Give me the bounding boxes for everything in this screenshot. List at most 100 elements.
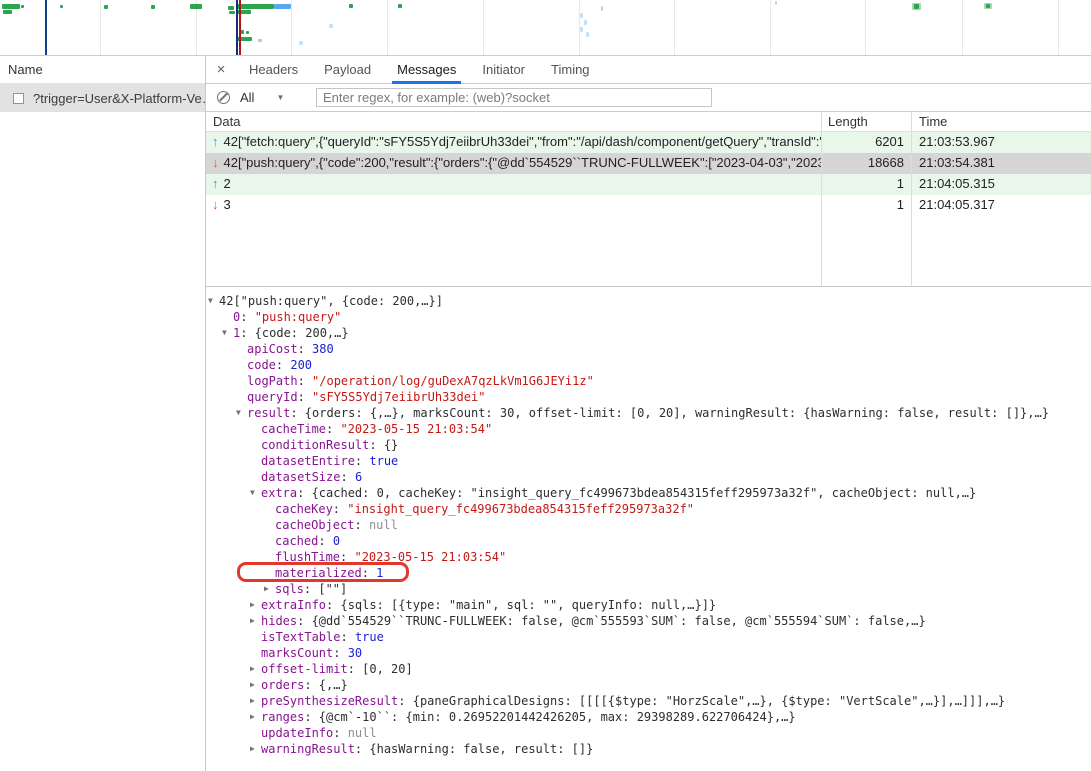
tree-line: isTextTable: true — [206, 629, 1091, 645]
collapsed-caret-icon[interactable]: ▶ — [250, 677, 261, 693]
json-value: 200 — [290, 358, 312, 372]
message-time-cell: 21:04:05.315 — [911, 174, 1091, 195]
request-row-selected[interactable]: ?trigger=User&X-Platform-Ve… — [0, 84, 205, 112]
overview-activity-bar — [190, 4, 202, 9]
json-value: : — [362, 566, 376, 580]
message-row[interactable]: ↓3121:04:05.317 — [206, 195, 1091, 216]
tree-line[interactable]: ▶extraInfo: {sqls: [{type: "main", sql: … — [206, 597, 1091, 613]
expanded-caret-icon[interactable]: ▼ — [222, 325, 233, 341]
overview-activity-bar — [986, 4, 990, 8]
overview-activity-bar — [237, 4, 274, 9]
data-column-header[interactable]: Data — [206, 112, 821, 131]
json-value: : {} — [369, 438, 398, 452]
arrow-up-icon: ↑ — [212, 134, 219, 149]
tree-line: conditionResult: {} — [206, 437, 1091, 453]
expanded-caret-icon[interactable]: ▼ — [236, 405, 247, 421]
tree-line[interactable]: ▶hides: {@dd`554529``TRUNC-FULLWEEK: fal… — [206, 613, 1091, 629]
json-property-name: queryId — [247, 390, 298, 404]
length-column-header[interactable]: Length — [821, 112, 911, 131]
collapsed-caret-icon[interactable]: ▶ — [250, 693, 261, 709]
json-property-name: cached — [275, 534, 318, 548]
column-divider[interactable] — [911, 112, 912, 286]
overview-activity-bar — [104, 5, 108, 9]
tree-line: cached: 0 — [206, 533, 1091, 549]
close-icon[interactable]: × — [206, 61, 236, 78]
message-time-cell: 21:03:53.967 — [911, 132, 1091, 153]
tree-line[interactable]: ▼extra: {cached: 0, cacheKey: "insight_q… — [206, 485, 1091, 501]
dcl-line — [45, 0, 47, 55]
tab-timing[interactable]: Timing — [538, 56, 603, 84]
regex-filter-input[interactable] — [316, 88, 712, 107]
tree-line: queryId: "sFY5S5Ydj7eiibrUh33dei" — [206, 389, 1091, 405]
json-property-name: warningResult — [261, 742, 355, 756]
json-value: : {paneGraphicalDesigns: [[[[{$type: "Ho… — [398, 694, 1005, 708]
column-divider[interactable] — [821, 112, 822, 286]
collapsed-caret-icon[interactable]: ▶ — [250, 709, 261, 725]
message-length-cell: 1 — [821, 174, 911, 195]
overview-activity-bar — [229, 11, 235, 14]
time-column-header[interactable]: Time — [911, 112, 1091, 131]
tree-line: 0: "push:query" — [206, 309, 1091, 325]
tree-line[interactable]: ▶warningResult: {hasWarning: false, resu… — [206, 741, 1091, 757]
json-property-name: sqls — [275, 582, 304, 596]
json-value: : — [318, 534, 332, 548]
tree-line[interactable]: ▼1: {code: 200,…} — [206, 325, 1091, 341]
tree-line: code: 200 — [206, 357, 1091, 373]
overview-activity-bar — [299, 41, 303, 45]
arrow-up-icon: ↑ — [212, 176, 219, 191]
json-value: : — [298, 374, 312, 388]
overview-activity-bar — [775, 1, 777, 5]
overview-activity-bar — [586, 32, 589, 37]
tree-line: cacheTime: "2023-05-15 21:03:54" — [206, 421, 1091, 437]
tree-line[interactable]: ▶ranges: {@cm`-10``: {min: 0.26952201442… — [206, 709, 1091, 725]
tab-payload[interactable]: Payload — [311, 56, 384, 84]
message-data-cell: ↑2 — [206, 174, 821, 195]
tree-line[interactable]: ▶preSynthesizeResult: {paneGraphicalDesi… — [206, 693, 1091, 709]
tree-line: materialized: 1 — [206, 565, 1091, 581]
message-row[interactable]: ↑2121:04:05.315 — [206, 174, 1091, 195]
overview-gridline — [674, 0, 675, 55]
json-property-name: result — [247, 406, 290, 420]
json-value: : — [340, 630, 354, 644]
collapsed-caret-icon[interactable]: ▶ — [250, 661, 261, 677]
message-length-cell: 1 — [821, 195, 911, 216]
json-value: 1 — [376, 566, 383, 580]
overview-activity-bar — [329, 24, 333, 28]
requests-sidebar: Name ?trigger=User&X-Platform-Ve… — [0, 56, 206, 771]
json-value: : — [340, 550, 354, 564]
tab-messages[interactable]: Messages — [384, 56, 469, 84]
json-value: "2023-05-15 21:03:54" — [340, 422, 492, 436]
json-value: "/operation/log/guDexA7qzLkVm1G6JEYi1z" — [312, 374, 594, 388]
tab-headers[interactable]: Headers — [236, 56, 311, 84]
network-overview-timeline[interactable] — [0, 0, 1091, 56]
json-property-name: ranges — [261, 710, 304, 724]
collapsed-caret-icon[interactable]: ▶ — [250, 741, 261, 757]
message-data-cell: ↓3 — [206, 195, 821, 216]
overview-activity-bar — [2, 4, 20, 9]
json-value: : — [333, 502, 347, 516]
clear-messages-icon[interactable] — [217, 91, 230, 104]
json-value: null — [348, 726, 377, 740]
message-row[interactable]: ↑42["fetch:query",{"queryId":"sFY5S5Ydj7… — [206, 132, 1091, 153]
tree-line[interactable]: ▼result: {orders: {,…}, marksCount: 30, … — [206, 405, 1091, 421]
expanded-caret-icon[interactable]: ▼ — [250, 485, 261, 501]
message-type-dropdown[interactable]: All ▼ — [240, 90, 298, 105]
json-property-name: cacheObject — [275, 518, 354, 532]
tree-line[interactable]: ▶sqls: [""] — [206, 581, 1091, 597]
messages-table-rows: ↑42["fetch:query",{"queryId":"sFY5S5Ydj7… — [206, 132, 1091, 216]
expanded-caret-icon[interactable]: ▼ — [208, 293, 219, 309]
message-data-cell: ↓42["push:query",{"code":200,"result":{"… — [206, 153, 821, 174]
tree-line[interactable]: ▶offset-limit: [0, 20] — [206, 661, 1091, 677]
tree-line: datasetSize: 6 — [206, 469, 1091, 485]
name-column-header[interactable]: Name — [0, 56, 205, 84]
message-row[interactable]: ↓42["push:query",{"code":200,"result":{"… — [206, 153, 1091, 174]
json-property-name: logPath — [247, 374, 298, 388]
tree-line[interactable]: ▶orders: {,…} — [206, 677, 1091, 693]
collapsed-caret-icon[interactable]: ▶ — [264, 581, 275, 597]
tab-initiator[interactable]: Initiator — [469, 56, 538, 84]
collapsed-caret-icon[interactable]: ▶ — [250, 613, 261, 629]
tree-line[interactable]: ▼42["push:query", {code: 200,…}] — [206, 293, 1091, 309]
dropdown-selected-value: All — [240, 90, 254, 105]
load-line — [239, 0, 241, 55]
collapsed-caret-icon[interactable]: ▶ — [250, 597, 261, 613]
